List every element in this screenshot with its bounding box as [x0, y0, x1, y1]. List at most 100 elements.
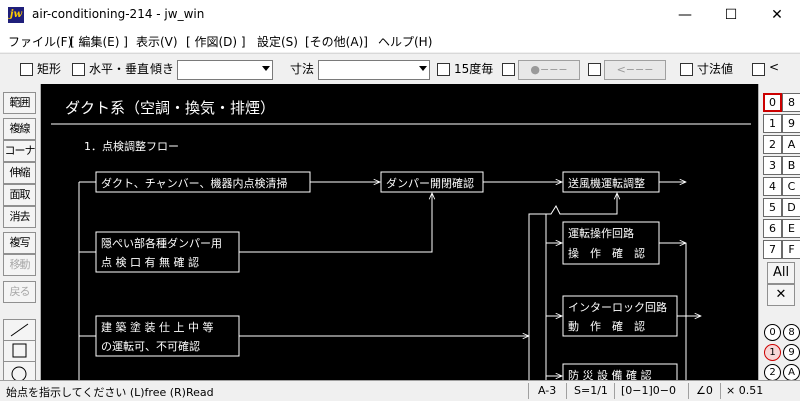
line-tool-button[interactable]	[3, 319, 36, 341]
dimval-label: 寸法値	[697, 62, 734, 76]
tool-chamfer[interactable]: 面取	[3, 184, 36, 206]
status-layer[interactable]: [0−1]0−0	[621, 384, 676, 397]
status-paper-size[interactable]: A-3	[538, 384, 556, 397]
tool-move[interactable]: 移動	[3, 254, 36, 276]
layer-group-2[interactable]: 2	[763, 135, 782, 154]
seg2-checkbox[interactable]	[588, 63, 601, 76]
layer-0[interactable]: 0	[764, 324, 781, 341]
all-layer-groups-button[interactable]: All	[767, 262, 795, 284]
layer-group-f[interactable]: F	[782, 240, 800, 259]
right-layer-palette: 0 8 1 9 2 A 3 B 4 C 5 D 6 E 7 F All ✕ 0 …	[758, 84, 800, 381]
layer-group-a[interactable]: A	[782, 135, 800, 154]
menu-draw[interactable]: [ 作図(D) ]	[186, 33, 246, 50]
box-inspection-cleaning: ダクト、チャンバー、機器内点検清掃	[101, 176, 288, 190]
seg2-button[interactable]: <−−−	[604, 60, 666, 80]
minimize-button[interactable]: —	[662, 0, 708, 30]
status-angle[interactable]: ∠0	[696, 384, 713, 397]
dim-label: 寸法	[290, 62, 315, 76]
status-ratio[interactable]: × 0.51	[726, 384, 763, 397]
line-icon	[10, 323, 29, 337]
divider	[566, 383, 567, 399]
window-title: air-conditioning-214 - jw_win	[32, 7, 205, 21]
menu-settings[interactable]: 設定(S)	[257, 33, 298, 50]
layer-group-6[interactable]: 6	[763, 219, 782, 238]
tool-copy[interactable]: 複写	[3, 232, 36, 254]
tilt-combo[interactable]	[177, 60, 273, 80]
layer-group-0[interactable]: 0	[763, 93, 782, 112]
layer-group-b[interactable]: B	[782, 156, 800, 175]
box-paint-line2: の運転可、不可確認	[101, 339, 200, 353]
divider	[720, 383, 721, 399]
close-button[interactable]: ✕	[754, 0, 800, 30]
hv-label: 水平・垂直	[89, 62, 150, 76]
cad-drawing: ダクト系（空調・換気・排煙） 1．点検調整フロー ダクト、チャンバー、機器内点検…	[51, 99, 751, 380]
tool-erase[interactable]: 消去	[3, 206, 36, 228]
rectangle-icon	[12, 343, 27, 358]
seg1-checkbox[interactable]	[502, 63, 515, 76]
tool-stretch[interactable]: 伸縮	[3, 162, 36, 184]
box-interlock-line1: インターロック回路	[568, 301, 667, 314]
toolbar: 矩形 水平・垂直 傾き 寸法 15度毎 ●−−− <−−− 寸法値 <	[0, 53, 800, 85]
rect-label: 矩形	[37, 62, 62, 76]
menu-other[interactable]: [その他(A)]	[305, 33, 368, 50]
status-scale[interactable]: S=1/1	[574, 384, 608, 397]
layer-group-4[interactable]: 4	[763, 177, 782, 196]
left-tool-palette: 範囲 複線 コーナー 伸縮 面取 消去 複写 移動 戻る	[0, 84, 41, 382]
deg15-label: 15度毎	[454, 62, 494, 76]
circle-icon	[11, 366, 27, 382]
box-paint-line1: 建 築 塗 装 仕 上 中 等	[101, 320, 213, 334]
layer-9[interactable]: 9	[783, 344, 800, 361]
tilt-label: 傾き	[150, 62, 175, 76]
drawing-heading: ダクト系（空調・換気・排煙）	[65, 99, 275, 117]
dimval-checkbox[interactable]	[680, 63, 693, 76]
box-access-hole-line2: 点 検 口 有 無 確 認	[101, 255, 199, 269]
box-access-hole-line1: 隠ぺい部各種ダンパー用	[101, 236, 222, 250]
tool-offset[interactable]: 複線	[3, 118, 36, 140]
hv-checkbox[interactable]	[72, 63, 85, 76]
menu-help[interactable]: ヘルプ(H)	[378, 33, 432, 50]
layer-group-8[interactable]: 8	[782, 93, 800, 112]
divider	[614, 383, 615, 399]
layer-a[interactable]: A	[783, 364, 800, 381]
layer-group-7[interactable]: 7	[763, 240, 782, 259]
box-fan-adjust: 送風機運転調整	[568, 176, 645, 190]
layer-group-5[interactable]: 5	[763, 198, 782, 217]
circle-tool-button[interactable]	[3, 361, 36, 382]
maximize-button[interactable]: ☐	[708, 0, 754, 30]
divider	[528, 383, 529, 399]
rect-checkbox[interactable]	[20, 63, 33, 76]
menu-bar: ファイル(F) [ 編集(E) ] 表示(V) [ 作図(D) ] 設定(S) …	[0, 30, 800, 52]
rectangle-tool-button[interactable]	[3, 340, 36, 362]
layer-group-d[interactable]: D	[782, 198, 800, 217]
status-bar: 始点を指示してください (L)free (R)Read A-3 S=1/1 [0…	[0, 380, 800, 401]
box-operation-circuit-line1: 運転操作回路	[568, 226, 634, 240]
layer-group-3[interactable]: 3	[763, 156, 782, 175]
menu-view[interactable]: 表示(V)	[136, 33, 178, 50]
layer-group-c[interactable]: C	[782, 177, 800, 196]
drawing-canvas[interactable]: ダクト系（空調・換気・排煙） 1．点検調整フロー ダクト、チャンバー、機器内点検…	[41, 84, 758, 380]
app-icon: jw	[8, 7, 24, 23]
menu-file[interactable]: ファイル(F)	[8, 33, 72, 50]
tool-undo[interactable]: 戻る	[3, 281, 36, 303]
layer-8[interactable]: 8	[783, 324, 800, 341]
lt-checkbox[interactable]	[752, 63, 765, 76]
seg1-button[interactable]: ●−−−	[518, 60, 580, 80]
layer-group-e[interactable]: E	[782, 219, 800, 238]
deg15-checkbox[interactable]	[437, 63, 450, 76]
layer-2[interactable]: 2	[764, 364, 781, 381]
box-fire-equipment: 防 災 設 備 確 認	[568, 368, 651, 380]
close-icon[interactable]: ✕	[767, 284, 795, 306]
dim-combo[interactable]	[318, 60, 430, 80]
chevron-down-icon	[419, 66, 427, 71]
tool-range[interactable]: 範囲	[3, 92, 36, 114]
tool-corner[interactable]: コーナー	[3, 140, 36, 177]
chevron-down-icon	[262, 66, 270, 71]
menu-edit[interactable]: [ 編集(E) ]	[70, 33, 128, 50]
layer-group-9[interactable]: 9	[782, 114, 800, 133]
layer-1[interactable]: 1	[764, 344, 781, 361]
box-interlock-line2: 動 作 確 認	[568, 319, 645, 333]
box-operation-circuit-line2: 操 作 確 認	[568, 246, 645, 260]
layer-group-1[interactable]: 1	[763, 114, 782, 133]
lt-label: <	[769, 60, 780, 74]
status-message: 始点を指示してください (L)free (R)Read	[6, 386, 214, 399]
